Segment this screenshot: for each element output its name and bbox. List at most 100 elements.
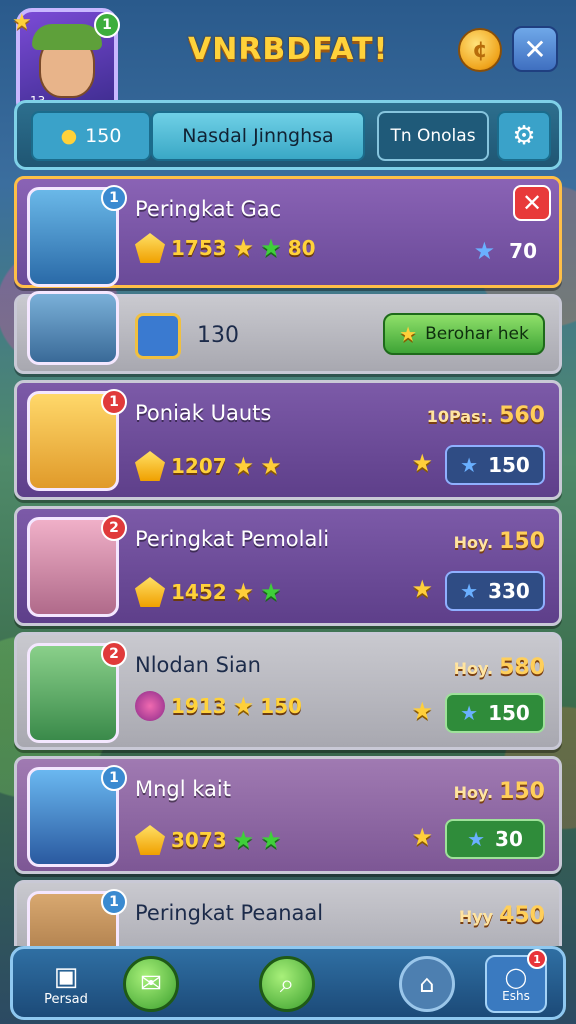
score-value: 1452	[171, 580, 227, 604]
row-name: Mngl kait	[135, 777, 231, 801]
reward-label: Hyy 450	[459, 903, 545, 928]
coin-icon: ●	[60, 125, 78, 147]
player-name-field[interactable]: Nasdal Jinnghsa	[151, 111, 365, 161]
nav-left-label: Persad	[44, 991, 88, 1007]
coins-value: 150	[85, 125, 122, 147]
gem-icon	[135, 233, 165, 263]
level-badge: 1	[94, 12, 120, 38]
reward-box[interactable]: ★ 330	[445, 571, 545, 611]
chat-icon: ✉	[123, 956, 179, 1012]
row-name: Poniak Uauts	[135, 401, 272, 425]
star-icon: ★	[411, 823, 433, 851]
right-value: 330	[488, 579, 530, 603]
nav-home[interactable]: ⌂	[397, 953, 457, 1015]
claim-label: Berohar hek	[425, 324, 529, 344]
home-icon: ⌂	[399, 956, 455, 1012]
level-badge: 2	[101, 515, 127, 541]
level-badge: 1	[101, 889, 127, 915]
nav-chat[interactable]: ✉	[121, 953, 181, 1015]
reward-box[interactable]: ★ 150	[445, 693, 545, 733]
score-value: 1913	[171, 694, 227, 718]
gear-icon: ⚙	[512, 121, 536, 151]
score-value: 1753	[171, 236, 227, 260]
list-item[interactable]: 2 Peringkat Pemolali 1452 ★ ★ Hoy. 150 ★ …	[14, 506, 562, 626]
star-icon: ★	[460, 453, 479, 477]
reward-box[interactable]: ★ 30	[445, 819, 545, 859]
reward-label: 10Pas:. 560	[427, 403, 545, 428]
star-icon: ★	[460, 579, 479, 603]
list-item[interactable]: 2 Nlodan Sian 1913 ★ 150 Hoy. 580 ★ ★ 150	[14, 632, 562, 750]
ranking-list: 1 Peringkat Gac 1753 ★ ★ 80 ★ 70 ✕ 130 ★…	[12, 176, 564, 946]
row-count: 130	[197, 323, 239, 348]
row-name: Nlodan Sian	[135, 653, 261, 677]
gem-icon	[135, 825, 165, 855]
list-item[interactable]: 1 Mngl kait 3073 ★ ★ Hoy. 150 ★ ★ 30	[14, 756, 562, 874]
star-icon: ★	[260, 826, 282, 854]
settings-button[interactable]: ⚙	[497, 111, 551, 161]
stars-value: 80	[287, 236, 316, 260]
right-value: 150	[488, 453, 530, 477]
page-title: VNRBDFAT!	[188, 32, 389, 67]
star-icon: ★	[260, 234, 282, 262]
row-name: Peringkat Pemolali	[135, 527, 330, 551]
nav-right-label: Eshs	[502, 989, 530, 1003]
reward-label: Hoy. 150	[454, 779, 545, 804]
reward-value: 150	[499, 529, 545, 554]
orb-icon	[135, 691, 165, 721]
extra-value: 150	[260, 694, 302, 718]
row-name: Peringkat Gac	[135, 197, 282, 221]
gem-icon	[135, 451, 165, 481]
reward-value: 150	[499, 779, 545, 804]
star-icon: ★	[232, 692, 255, 720]
close-row-button[interactable]: ✕	[513, 185, 551, 221]
reward-label-text: Hoy.	[453, 659, 494, 678]
star-icon: ★	[411, 575, 433, 603]
level-badge: 1	[101, 185, 127, 211]
reward-label-text: Hyy	[458, 907, 494, 926]
right-value: 150	[488, 701, 530, 725]
reward-value: 560	[499, 403, 545, 428]
box-icon: ▣	[53, 961, 79, 992]
star-icon: ★	[467, 827, 486, 851]
claim-button[interactable]: ★ Berohar hek	[383, 313, 545, 355]
close-button[interactable]: ✕	[512, 26, 558, 72]
list-item[interactable]: 1 Peringkat Gac 1753 ★ ★ 80 ★ 70 ✕	[14, 176, 562, 288]
tab-button[interactable]: Tn Onolas	[377, 111, 489, 161]
reward-label-text: Hoy.	[453, 533, 494, 552]
star-icon: ★	[473, 237, 496, 265]
list-item[interactable]: 1 Peringkat Peanaal Hyy 450	[14, 880, 562, 946]
avatar	[27, 291, 119, 365]
level-badge: 1	[101, 765, 127, 791]
reward-box[interactable]: ★ 150	[445, 445, 545, 485]
reward-value: 450	[499, 903, 545, 928]
star-icon: ★	[260, 578, 282, 606]
level-badge: 1	[101, 389, 127, 415]
star-icon: ★	[232, 452, 255, 480]
star-icon: ★	[12, 10, 32, 35]
reward-label: Hoy. 150	[454, 529, 545, 554]
coins-pill[interactable]: ● 150	[31, 111, 151, 161]
reward-value: 580	[499, 655, 545, 680]
star-icon: ★	[460, 701, 479, 725]
star-icon: ★	[232, 826, 255, 854]
nav-left[interactable]: ▣ Persad	[31, 953, 101, 1015]
star-icon: ★	[399, 322, 418, 346]
search-icon: ⌕	[259, 956, 315, 1012]
right-value: 70	[509, 239, 537, 263]
coin-button[interactable]: ¢	[458, 28, 502, 72]
ring-icon: ◯	[504, 965, 528, 989]
avatar-hat-icon	[32, 24, 102, 50]
star-icon: ★	[411, 697, 433, 725]
reward-label-text: Hoy.	[453, 783, 494, 802]
list-item[interactable]: 1 Poniak Uauts 1207 ★ ★ 10Pas:. 560 ★ ★ 1…	[14, 380, 562, 500]
reward-label: Hoy. 580	[454, 655, 545, 680]
tool-icon[interactable]	[135, 313, 181, 359]
info-strip: ● 150 Nasdal Jinnghsa Tn Onolas ⚙	[14, 100, 562, 170]
bottom-nav: ▣ Persad ✉ ⌕ ⌂ ◯ Eshs 1	[10, 946, 566, 1020]
nav-search[interactable]: ⌕	[257, 953, 317, 1015]
notification-badge: 1	[527, 949, 547, 969]
right-value: 30	[495, 827, 523, 851]
list-item[interactable]: 130 ★ Berohar hek	[14, 291, 562, 374]
reward-label-text: 10Pas:.	[426, 407, 494, 426]
score-value: 1207	[171, 454, 227, 478]
